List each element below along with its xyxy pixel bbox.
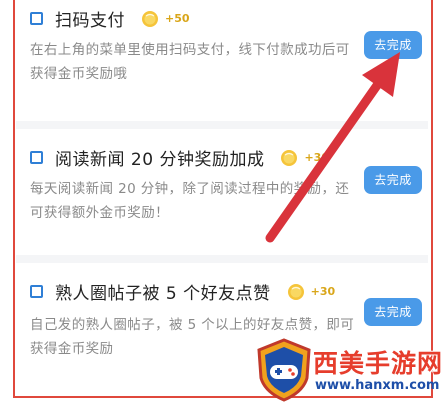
- task-title-row: 阅读新闻 20 分钟奖励加成 +30: [30, 145, 329, 170]
- coin-icon: [142, 10, 158, 27]
- task-title: 阅读新闻 20 分钟奖励加成: [55, 150, 265, 170]
- go-complete-button[interactable]: 去完成: [364, 31, 422, 59]
- coin-icon: [287, 283, 304, 300]
- task-title-row: 熟人圈帖子被 5 个好友点赞 +30: [30, 279, 335, 304]
- task-description: 每天阅读新闻 20 分钟，除了阅读过程中的奖励，还可获得额外金币奖励！: [30, 181, 350, 221]
- task-description: 在右上角的菜单里使用扫码支付，线下付款成功后可获得金币奖励哦: [30, 42, 350, 82]
- task-title: 扫码支付: [55, 11, 125, 31]
- reward-points: +30: [304, 151, 329, 164]
- go-complete-button[interactable]: 去完成: [364, 298, 422, 326]
- go-complete-button[interactable]: 去完成: [364, 166, 422, 194]
- task-title: 熟人圈帖子被 5 个好友点赞: [55, 284, 271, 304]
- watermark-url: www.hanxm.com: [315, 378, 440, 393]
- task-page: 扫码支付 +50 在右上角的菜单里使用扫码支付，线下付款成功后可获得金币奖励哦 …: [0, 0, 447, 403]
- reward-points: +30: [310, 285, 336, 298]
- divider: [16, 255, 428, 263]
- task-item-scan-pay: 扫码支付 +50 在右上角的菜单里使用扫码支付，线下付款成功后可获得金币奖励哦 …: [16, 0, 428, 124]
- site-watermark: 西美手游网 www.hanxm.com: [255, 338, 445, 402]
- divider: [16, 121, 428, 129]
- coin-icon: [281, 149, 298, 166]
- checkbox-icon: [30, 12, 43, 25]
- reward-points: +50: [165, 12, 190, 25]
- checkbox-icon: [30, 151, 43, 164]
- checkbox-icon: [30, 285, 43, 298]
- gamepad-shield-logo-icon: [257, 338, 311, 402]
- task-title-row: 扫码支付 +50: [30, 6, 190, 31]
- task-item-read-news: 阅读新闻 20 分钟奖励加成 +30 每天阅读新闻 20 分钟，除了阅读过程中的…: [16, 131, 428, 255]
- watermark-name: 西美手游网: [313, 349, 444, 378]
